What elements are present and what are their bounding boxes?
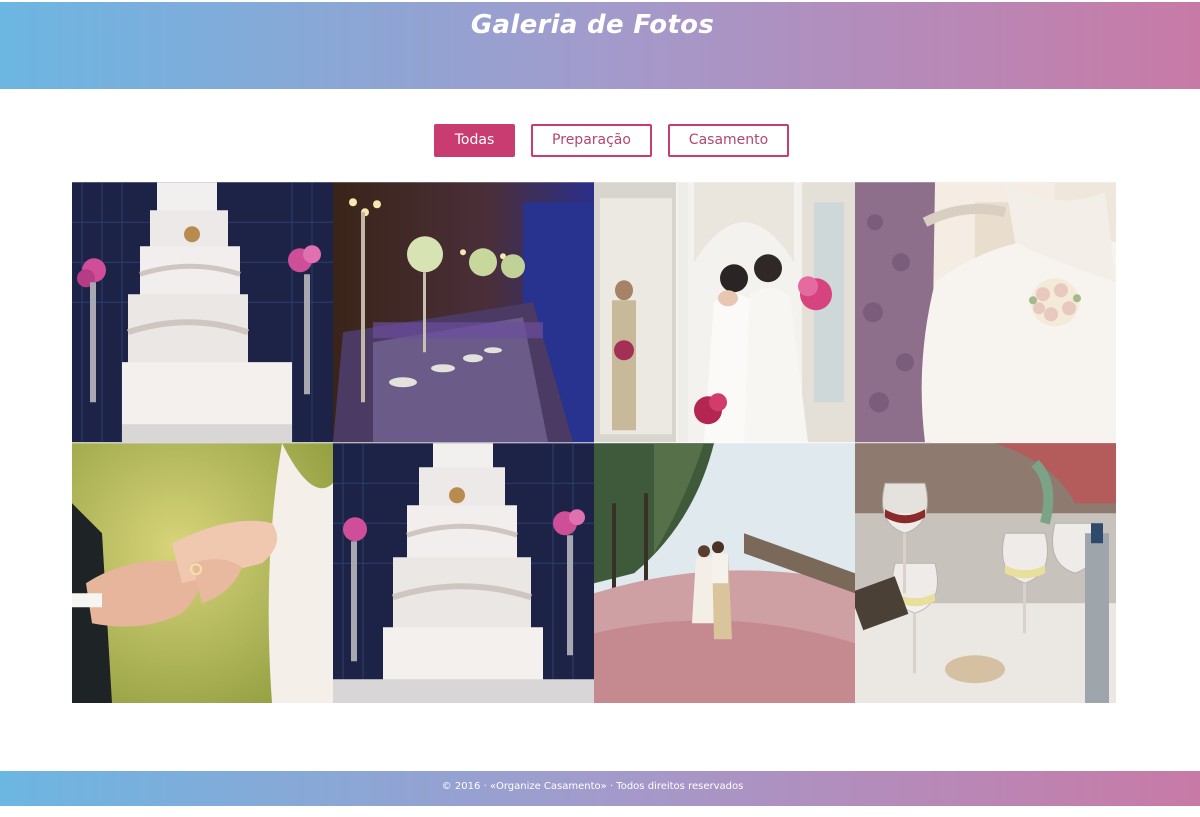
wine-glasses-image <box>855 442 1116 703</box>
gallery-photo-ring-hands[interactable] <box>72 442 333 704</box>
wedding-cake-image <box>333 442 594 703</box>
filter-todas-button[interactable]: Todas <box>434 124 515 157</box>
filter-casamento-button[interactable]: Casamento <box>668 124 789 157</box>
couple-field-image <box>594 442 855 703</box>
wedding-cake-image <box>72 182 333 443</box>
gallery-photo-banquet-hall[interactable] <box>333 182 594 443</box>
gallery-photo-wine-glasses[interactable] <box>855 442 1116 704</box>
page-footer: © 2016 · «Organize Casamento» · Todos di… <box>0 771 1200 806</box>
bride-bouquet-image <box>855 182 1116 443</box>
brides-embrace-image <box>594 182 855 443</box>
gallery-photo-wedding-cake-2[interactable] <box>333 442 594 704</box>
copyright-text: © 2016 · «Organize Casamento» · Todos di… <box>441 781 744 792</box>
gallery-photo-couple-field[interactable] <box>594 442 855 704</box>
filter-preparacao-button[interactable]: Preparação <box>531 124 652 157</box>
page-header: Galeria de Fotos <box>0 2 1200 89</box>
gallery-photo-wedding-cake[interactable] <box>72 182 333 443</box>
ring-hands-image <box>72 442 333 703</box>
filter-bar: Todas Preparação Casamento <box>0 124 1200 158</box>
banquet-hall-image <box>333 182 594 443</box>
photo-gallery <box>72 182 1116 703</box>
gallery-photo-brides-embrace[interactable] <box>594 182 855 443</box>
gallery-photo-bride-bouquet[interactable] <box>855 182 1116 443</box>
page-title: Galeria de Fotos <box>470 10 715 40</box>
